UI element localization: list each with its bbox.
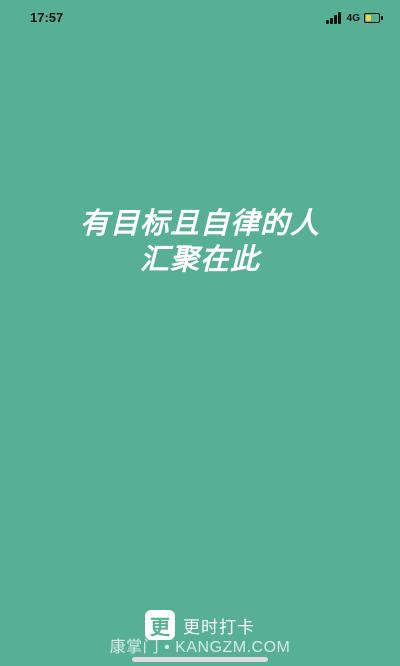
status-time: 17:57 [30, 10, 64, 25]
status-indicators: 4G [325, 10, 383, 26]
network-type: 4G [346, 12, 360, 24]
splash-slogan: 有目标且自律的人 汇聚在此 [0, 205, 400, 277]
status-bar: 17:57 4G [0, 0, 400, 36]
signal-icon [325, 12, 342, 24]
watermark: 康掌门 • KANGZM.COM [109, 639, 291, 656]
home-indicator[interactable] [132, 657, 268, 662]
battery-charging-icon [364, 13, 380, 23]
slogan-line-2: 汇聚在此 [139, 242, 260, 276]
slogan-line-1: 有目标且自律的人 [79, 206, 320, 240]
